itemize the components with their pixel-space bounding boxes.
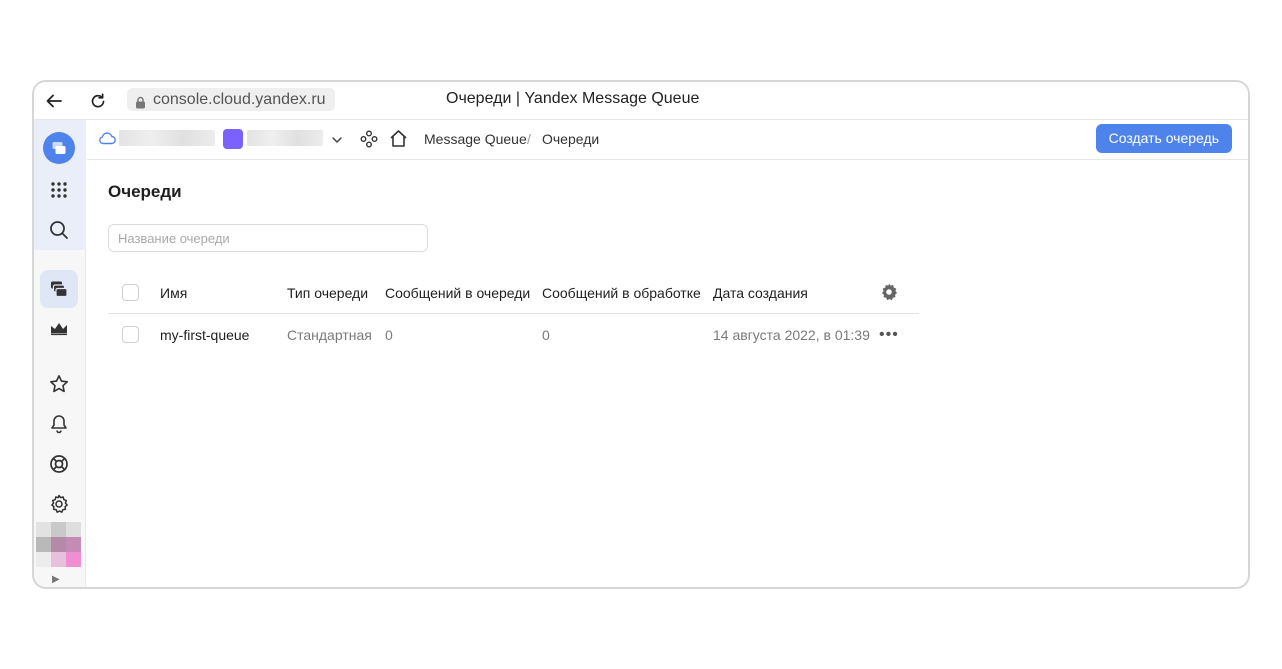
back-arrow-icon[interactable] [43,90,65,112]
create-queue-button[interactable]: Создать очередь [1095,124,1232,153]
browser-window: console.cloud.yandex.ru Очереди | Yandex… [32,80,1250,589]
column-type[interactable]: Тип очереди [287,272,368,314]
queues-table: Имя Тип очереди Сообщений в очереди Сооб… [108,272,919,356]
sidebar: ▶ [34,120,86,587]
messages-in-processing: 0 [542,327,550,343]
column-messages-in-processing[interactable]: Сообщений в обработке [542,272,701,314]
url-bar[interactable]: console.cloud.yandex.ru [127,88,335,111]
avatar[interactable] [36,522,81,568]
column-created[interactable]: Дата создания [713,272,808,314]
star-icon[interactable] [40,365,78,403]
chevron-down-icon[interactable] [331,133,343,151]
cloud-logo-icon[interactable] [43,132,75,164]
apps-grid-icon[interactable] [40,171,78,209]
queue-name-link[interactable]: my-first-queue [160,314,249,356]
breadcrumb-queues: Очереди [542,131,600,147]
expand-sidebar-icon[interactable]: ▶ [52,574,60,585]
page-title: Очереди [108,182,182,201]
monitoring-icon[interactable] [40,309,78,347]
cloud-name-blurred[interactable] [119,130,215,146]
column-messages-in-queue[interactable]: Сообщений в очереди [385,272,530,314]
services-icon[interactable] [360,130,378,153]
message-queue-icon[interactable] [40,270,78,308]
lock-icon [135,93,146,116]
breadcrumb-message-queue[interactable]: Message Queue [424,131,527,147]
reload-icon[interactable] [87,90,109,112]
url-text: console.cloud.yandex.ru [153,91,326,108]
folder-icon [223,129,243,149]
home-icon[interactable] [389,129,408,153]
gear-icon[interactable] [40,485,78,523]
table-header: Имя Тип очереди Сообщений в очереди Сооб… [108,272,919,314]
row-checkbox[interactable] [122,326,139,343]
bell-icon[interactable] [40,405,78,443]
table-row[interactable]: my-first-queue Стандартная 0 0 14 август… [108,314,919,356]
breadcrumb-separator: / [527,131,531,147]
browser-page-title: Очереди | Yandex Message Queue [446,90,700,107]
search-icon[interactable] [40,211,78,249]
queue-name-search-input[interactable] [108,224,428,252]
select-all-checkbox[interactable] [122,284,139,301]
created-date: 14 августа 2022, в 01:39 [713,327,870,343]
cloud-icon [98,131,116,150]
browser-bar: console.cloud.yandex.ru Очереди | Yandex… [34,82,1248,120]
table-settings-gear-icon[interactable] [879,282,901,304]
messages-in-queue: 0 [385,327,393,343]
folder-name-blurred[interactable] [247,130,323,146]
top-nav: Message Queue / Очереди Создать очередь [87,120,1248,160]
lifebuoy-icon[interactable] [40,445,78,483]
column-name[interactable]: Имя [160,272,187,314]
row-actions-more-icon[interactable]: ••• [879,314,899,356]
queue-type: Стандартная [287,327,372,343]
